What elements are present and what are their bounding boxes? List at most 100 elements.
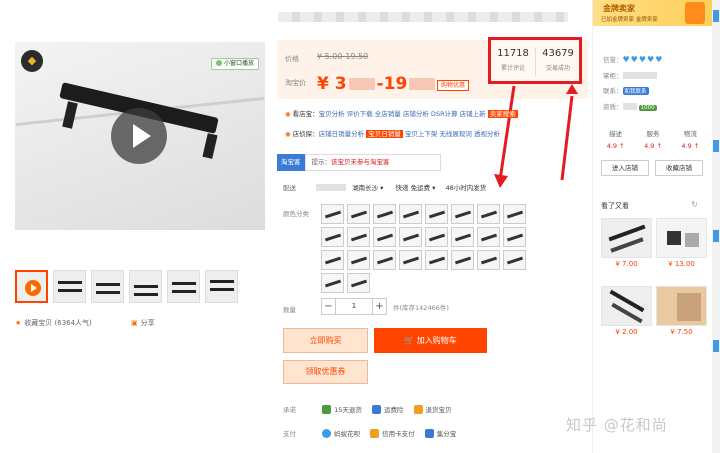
color-option[interactable]: [425, 204, 448, 224]
color-option[interactable]: [425, 250, 448, 270]
quantity-stepper: − 1 + 件(库存142466件): [321, 298, 449, 315]
mini-window-play-button[interactable]: 小窗口播放: [210, 58, 259, 70]
favorite-link[interactable]: ★ 收藏宝贝 (6364人气): [15, 318, 92, 328]
star-icon: ★: [15, 319, 22, 327]
annotation-arrows: [494, 84, 578, 188]
color-option[interactable]: [451, 250, 474, 270]
sales-stats-highlight: 11718 累计评论 43679 交易成功: [488, 37, 582, 84]
refresh-icon[interactable]: ↻: [691, 200, 698, 209]
color-option[interactable]: [399, 227, 422, 247]
promise-item[interactable]: 15天退货: [322, 405, 362, 414]
quantity-minus-button[interactable]: −: [321, 298, 336, 315]
payment-item[interactable]: 蚂蚁花呗: [322, 429, 360, 438]
color-option[interactable]: [451, 227, 474, 247]
original-price: ¥ 5.00-19.50: [317, 52, 369, 61]
color-option[interactable]: [503, 227, 526, 247]
credit-hearts-icon: ♥♥♥♥♥: [622, 55, 664, 64]
color-option[interactable]: [321, 273, 344, 293]
promise-item[interactable]: 退货宝贝: [413, 405, 452, 414]
payment-item[interactable]: 集分宝: [424, 429, 456, 438]
gold-seller-banner: 金牌卖家 已加金牌卖家 金牌卖家: [593, 0, 713, 26]
seller-sidebar: 金牌卖家 已加金牌卖家 金牌卖家 信誉：♥♥♥♥♥ 掌柜： 联系： 和我联系 资质…: [592, 0, 713, 453]
main-product-image[interactable]: ◆ 小窗口播放: [15, 42, 265, 230]
color-option[interactable]: [373, 227, 396, 247]
thumbnail[interactable]: [205, 270, 238, 303]
review-count-stat[interactable]: 11718 累计评论: [491, 48, 535, 72]
promo-tag: 购物优惠: [437, 80, 470, 91]
quantity-input[interactable]: 1: [336, 298, 372, 315]
color-option[interactable]: [503, 250, 526, 270]
taobaoke-notice: 淘宝客 提示：该宝贝未参与淘宝客: [277, 154, 441, 171]
dsr-scores: 描述 4.9 ↑ 服务 4.9 ↑ 物流 4.9 ↑: [606, 130, 700, 150]
video-play-icon[interactable]: [111, 108, 167, 164]
color-option[interactable]: [477, 204, 500, 224]
color-option[interactable]: [321, 250, 344, 270]
color-option[interactable]: [373, 250, 396, 270]
destination-select[interactable]: 湖南长沙 ▾: [352, 184, 383, 192]
quantity-plus-button[interactable]: +: [372, 298, 387, 315]
color-option[interactable]: [347, 227, 370, 247]
taobaoke-tab[interactable]: 淘宝客: [277, 154, 305, 171]
payment-item[interactable]: 信用卡支付: [370, 429, 415, 438]
color-option[interactable]: [399, 250, 422, 270]
watermark: 知乎 @花和尚: [566, 416, 668, 434]
credit-card-icon: [370, 429, 380, 438]
kandianbao-icon: ◉: [285, 110, 291, 118]
huabei-icon: [322, 429, 332, 438]
brand-logo-icon: ◆: [21, 50, 43, 72]
dispatch-time: 48小时内发货: [445, 184, 487, 192]
seller-qualification: 资质： 1000: [603, 103, 657, 111]
product-title-blurred: [278, 12, 568, 22]
diantanzhen-icon: ◉: [285, 130, 291, 138]
kandianbao-tools: ◉ 看店宝：宝贝分析 评价下载 全店销量 店铺分析 DSR计算 店铺上新 卖家搜索: [285, 110, 518, 118]
contact-button[interactable]: 和我联系: [622, 87, 649, 95]
mini-window-icon: [215, 60, 222, 66]
color-option[interactable]: [347, 250, 370, 270]
thumbnail-video[interactable]: [15, 270, 48, 303]
seller-credit: 信誉：♥♥♥♥♥: [603, 55, 664, 64]
color-option[interactable]: [347, 204, 370, 224]
sales-count-stat: 43679 交易成功: [542, 48, 574, 72]
promise-row: 承诺 15天退货 运费险 退货宝贝: [283, 405, 452, 414]
color-option[interactable]: [373, 204, 396, 224]
play-icon: [25, 280, 41, 296]
thumbnail[interactable]: [167, 270, 200, 303]
color-option[interactable]: [399, 204, 422, 224]
qualification-badge[interactable]: 1000: [638, 105, 657, 111]
color-option[interactable]: [477, 250, 500, 270]
share-link[interactable]: ▣ 分享: [131, 318, 155, 328]
handle-leg: [202, 133, 218, 159]
buy-now-button[interactable]: 立即购买: [283, 328, 368, 353]
jifenbao-icon: [424, 429, 434, 438]
shipping-fee-select[interactable]: 快递 免运费 ▾: [396, 184, 436, 192]
color-option[interactable]: [477, 227, 500, 247]
color-option[interactable]: [321, 204, 344, 224]
collect-shop-button[interactable]: 收藏店铺: [655, 160, 703, 176]
medal-icon: [685, 2, 705, 24]
color-option[interactable]: [425, 227, 448, 247]
stock-count: 件(库存142466件): [393, 303, 449, 312]
seller-shopkeeper: 掌柜：: [603, 70, 657, 80]
color-option[interactable]: [347, 273, 370, 293]
thumbnail[interactable]: [129, 270, 162, 303]
recommended-item[interactable]: ¥ 2.00: [601, 286, 652, 336]
page-scroll-edge: [712, 0, 720, 453]
color-option[interactable]: [451, 204, 474, 224]
payment-row: 支付 蚂蚁花呗 信用卡支付 集分宝: [283, 429, 457, 438]
return-icon: [322, 405, 332, 414]
thumbnail[interactable]: [53, 270, 86, 303]
get-coupon-button[interactable]: 领取优惠券: [283, 360, 368, 384]
recommended-item[interactable]: ¥ 7.50: [656, 286, 707, 336]
recommended-item[interactable]: ¥ 7.00: [601, 218, 652, 268]
thumbnail[interactable]: [91, 270, 124, 303]
recommended-item[interactable]: ¥ 13.00: [656, 218, 707, 268]
promo-price-label: 淘宝价: [285, 79, 306, 87]
color-option[interactable]: [503, 204, 526, 224]
enter-shop-button[interactable]: 进入店铺: [601, 160, 649, 176]
color-option[interactable]: [321, 227, 344, 247]
promise-item[interactable]: 运费险: [371, 405, 403, 414]
seen-again-title: 看了又看: [601, 202, 629, 210]
shop-buttons: 进入店铺 收藏店铺: [601, 160, 703, 176]
promo-price: ¥ 3 -19: [317, 74, 436, 94]
add-to-cart-button[interactable]: 🛒 加入购物车: [374, 328, 487, 353]
